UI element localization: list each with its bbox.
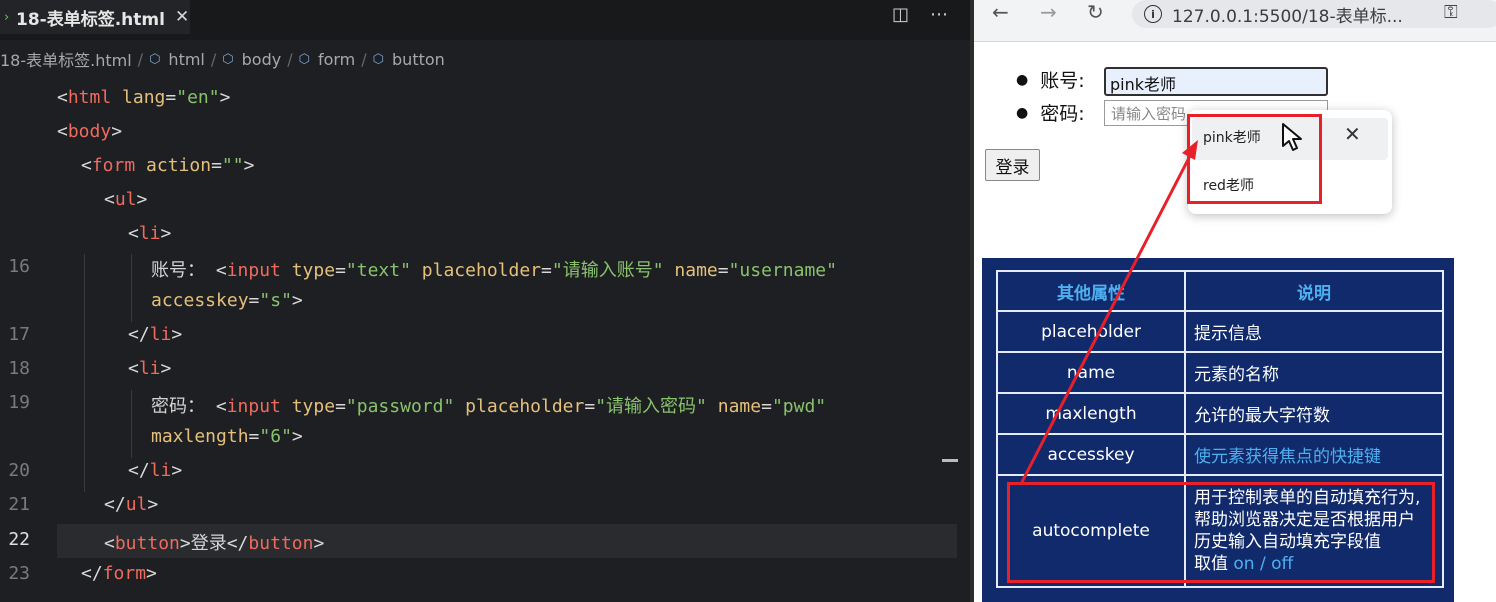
code-line[interactable]: maxlength="6">	[151, 426, 303, 447]
site-info-icon[interactable]: i	[1144, 5, 1162, 23]
breadcrumb-html[interactable]: html	[168, 50, 204, 69]
code-editor[interactable]: › 18-表单标签.html ✕ ◫ ⋯ 18-表单标签.html / ⬡ ht…	[0, 0, 972, 602]
attr-cell: accesskey	[996, 433, 1186, 476]
back-arrow-icon[interactable]: ←	[992, 0, 1009, 24]
line-number: 21	[8, 494, 30, 515]
annotation-box-dropdown	[1187, 114, 1322, 204]
desc-cell: 允许的最大字符数	[1184, 392, 1444, 435]
bullet: ●	[1016, 71, 1029, 88]
code-line[interactable]: <body>	[57, 121, 122, 142]
attr-cell: placeholder	[996, 310, 1186, 353]
table-header-row: 其他属性 说明	[996, 270, 1444, 312]
code-line-active[interactable]: <button>登录</button>	[104, 529, 324, 555]
code-line[interactable]: <li>	[128, 223, 171, 244]
line-number: 16	[8, 256, 30, 277]
line-number: 17	[8, 324, 30, 345]
element-icon: ⬡	[372, 51, 385, 67]
line-number: 22	[8, 529, 30, 550]
url-text: 127.0.0.1:5500/18-表单标...	[1172, 6, 1403, 27]
code-line[interactable]: accesskey="s">	[151, 290, 303, 311]
line-number: 18	[8, 358, 30, 379]
table-row: accesskey 使元素获得焦点的快捷键	[996, 433, 1444, 476]
breadcrumb-button[interactable]: button	[392, 50, 445, 69]
indent-guide	[84, 254, 85, 492]
code-line[interactable]: <html lang="en">	[57, 87, 230, 108]
bullet: ●	[1016, 104, 1029, 121]
password-label: 密码:	[1040, 103, 1085, 125]
element-icon: ⬡	[149, 51, 161, 67]
attr-cell: maxlength	[996, 392, 1186, 435]
indent-guide	[131, 390, 132, 458]
tab-filename: 18-表单标签.html	[16, 9, 165, 30]
code-line[interactable]: <form action="">	[81, 155, 254, 176]
login-button[interactable]: 登录	[985, 149, 1040, 181]
attr-cell: name	[996, 351, 1186, 394]
table-header: 说明	[1184, 270, 1444, 312]
desc-cell: 使元素获得焦点的快捷键	[1184, 433, 1444, 476]
browser-preview: ← → ↻ i 127.0.0.1:5500/18-表单标... ⚿ ● 账号:…	[974, 0, 1496, 602]
table-row: placeholder 提示信息	[996, 310, 1444, 353]
browser-toolbar: ← → ↻ i 127.0.0.1:5500/18-表单标... ⚿	[974, 0, 1496, 42]
close-icon[interactable]: ✕	[1344, 122, 1361, 146]
account-input[interactable]: pink老师	[1104, 67, 1328, 96]
breadcrumb-form[interactable]: form	[318, 50, 355, 69]
annotation-box-autocomplete-row	[1007, 482, 1435, 583]
code-line[interactable]: <li>	[128, 358, 171, 379]
code-line[interactable]: </ul>	[104, 494, 158, 515]
account-label: 账号:	[1040, 70, 1085, 92]
element-icon: ⬡	[222, 51, 234, 67]
key-icon[interactable]: ⚿	[1444, 2, 1458, 23]
code-line[interactable]: </li>	[128, 460, 182, 481]
breadcrumb-separator: /	[287, 49, 293, 69]
breadcrumb-separator: /	[210, 49, 217, 69]
editor-tab-bar: › 18-表单标签.html ✕ ◫ ⋯	[0, 0, 972, 40]
code-line[interactable]: </form>	[81, 563, 157, 584]
breadcrumb-file[interactable]: 18-表单标签.html	[0, 47, 132, 71]
reload-icon[interactable]: ↻	[1087, 0, 1104, 24]
breadcrumb-separator: /	[361, 49, 367, 69]
forward-arrow-icon[interactable]: →	[1040, 0, 1057, 24]
breadcrumb: 18-表单标签.html / ⬡ html / ⬡ body / ⬡ form …	[0, 44, 445, 74]
table-header: 其他属性	[996, 270, 1186, 312]
scrollbar-marker	[942, 459, 958, 462]
indent-guide	[131, 254, 132, 322]
editor-tab[interactable]: › 18-表单标签.html ✕	[0, 0, 190, 34]
desc-cell: 提示信息	[1184, 310, 1444, 353]
chevron-right-icon: ›	[4, 9, 10, 25]
desc-cell: 元素的名称	[1184, 351, 1444, 394]
line-number: 23	[8, 563, 30, 584]
code-line[interactable]: <ul>	[104, 189, 147, 210]
code-line[interactable]: 账号： <input type="text" placeholder="请输入账…	[151, 256, 837, 282]
code-line[interactable]: </li>	[128, 324, 182, 345]
breadcrumb-body[interactable]: body	[242, 50, 282, 69]
table-row: name 元素的名称	[996, 351, 1444, 394]
split-editor-icon[interactable]: ◫	[892, 4, 909, 25]
breadcrumb-separator: /	[137, 49, 144, 69]
list-item: ● 密码:	[1016, 99, 1085, 126]
address-bar[interactable]: i 127.0.0.1:5500/18-表单标...	[1132, 0, 1496, 28]
more-actions-icon[interactable]: ⋯	[930, 4, 948, 25]
element-icon: ⬡	[298, 51, 310, 67]
list-item: ● 账号:	[1016, 66, 1085, 93]
table-row: maxlength 允许的最大字符数	[996, 392, 1444, 435]
code-line[interactable]: 密码： <input type="password" placeholder="…	[151, 392, 826, 418]
close-tab-icon[interactable]: ✕	[175, 7, 189, 27]
line-number: 19	[8, 392, 30, 413]
line-number: 20	[8, 460, 30, 481]
